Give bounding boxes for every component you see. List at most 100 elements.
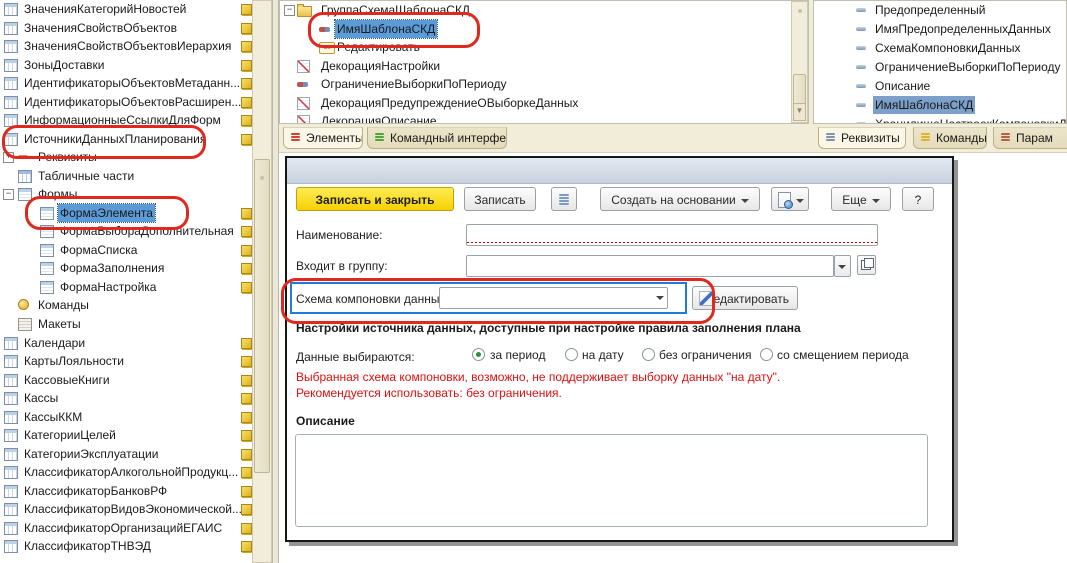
- list-icon-button[interactable]: [551, 187, 577, 211]
- more-button[interactable]: Еще: [831, 187, 891, 211]
- group-input[interactable]: [466, 255, 834, 277]
- attribute-item[interactable]: Предопределенный: [814, 1, 1067, 19]
- scrollbar-down-button[interactable]: ▼: [793, 103, 806, 121]
- annotation-oval: [308, 12, 480, 48]
- tree-item[interactable]: Табличные части: [0, 167, 252, 185]
- grid-icon: [4, 337, 18, 350]
- attribute-item[interactable]: ИмяПредопределенныхДанных: [814, 20, 1067, 38]
- tree-item[interactable]: ЗоныДоставки: [0, 56, 252, 74]
- grid-icon: [4, 466, 18, 479]
- scrollbar-thumb[interactable]: [793, 74, 806, 106]
- grid-icon: [4, 59, 18, 72]
- tree-item[interactable]: ИдентификаторыОбъектовРасширен...: [0, 93, 252, 111]
- attribute-item[interactable]: Описание: [814, 77, 1067, 95]
- item-label: Описание: [873, 77, 932, 95]
- item-label: КлассификаторТНВЭД: [22, 537, 153, 555]
- tree-item[interactable]: КлассификаторБанковРФ: [0, 482, 252, 500]
- radio-1[interactable]: [472, 348, 485, 361]
- tree-item[interactable]: Команды: [0, 296, 252, 314]
- save-and-close-button[interactable]: Записать и закрыть: [296, 187, 454, 211]
- elements-scrollbar[interactable]: ▼: [791, 1, 808, 123]
- radio-label[interactable]: на дату: [582, 347, 624, 363]
- radio-label[interactable]: со смещением периода: [777, 347, 909, 363]
- attribute-item[interactable]: ОграничениеВыборкиПоПериоду: [814, 58, 1067, 76]
- gray-stack-icon: [826, 133, 835, 143]
- radio-2[interactable]: [565, 348, 578, 361]
- deco-icon: [297, 97, 310, 110]
- tree-item[interactable]: ФормаСписка: [0, 241, 252, 259]
- scrollbar-thumb[interactable]: [254, 159, 270, 473]
- tree-item[interactable]: КатегорииЭксплуатации: [0, 445, 252, 463]
- form-element-item[interactable]: ДекорацияНастройки: [280, 57, 785, 75]
- attrdash-icon: [856, 46, 866, 50]
- radio-label[interactable]: за период: [490, 347, 545, 363]
- grid-icon: [4, 522, 18, 535]
- tree-item[interactable]: ЗначенияСвойствОбъектовИерархия: [0, 37, 252, 55]
- expander-minus-icon[interactable]: −: [284, 5, 295, 16]
- tree-item[interactable]: Календари: [0, 334, 252, 352]
- attribute-item[interactable]: ИмяШаблонаСКД: [814, 96, 1067, 114]
- tree-item[interactable]: КатегорииЦелей: [0, 426, 252, 444]
- tree-item[interactable]: КлассификаторВидовЭкономической...: [0, 500, 252, 518]
- tree-item[interactable]: ФормаНастройка: [0, 278, 252, 296]
- chevron-down-icon: [796, 199, 804, 203]
- attribute-item[interactable]: ХранилищеНастроекКомпоновкиДан: [814, 115, 1067, 124]
- save-button[interactable]: Записать: [464, 187, 536, 211]
- tab-elements[interactable]: Элементы: [283, 127, 363, 149]
- database-cube-icon: [241, 115, 252, 126]
- tab-attributes[interactable]: Реквизиты: [818, 127, 906, 149]
- group-open-button[interactable]: [857, 255, 876, 275]
- item-label: Макеты: [36, 315, 83, 333]
- grid-icon: [4, 96, 18, 109]
- form-element-item[interactable]: ОграничениеВыборкиПоПериоду: [280, 75, 785, 93]
- metadata-tree-panel: ЗначенияКатегорийНовостейЗначенияСвойств…: [0, 0, 272, 563]
- tree-item[interactable]: КассыККМ: [0, 408, 252, 426]
- attrdash-icon: [856, 122, 866, 124]
- left-tree-scrollbar[interactable]: [252, 0, 272, 563]
- name-input[interactable]: [466, 224, 878, 246]
- attribute-item[interactable]: СхемаКомпоновкиДанных: [814, 39, 1067, 57]
- grid-icon: [4, 448, 18, 461]
- tree-item[interactable]: КлассификаторТНВЭД: [0, 537, 252, 555]
- create-from-button[interactable]: Создать на основании: [600, 187, 760, 211]
- tree-item[interactable]: КлассификаторАлкогольнойПродукц...: [0, 463, 252, 481]
- chevron-down-icon: [872, 199, 880, 203]
- tree-item[interactable]: КассовыеКниги: [0, 371, 252, 389]
- tree-item[interactable]: Кассы: [0, 389, 252, 407]
- item-label: ИдентификаторыОбъектовМетаданн...: [22, 74, 242, 92]
- tree-item[interactable]: КлассификаторОрганизацийЕГАИС: [0, 519, 252, 537]
- folder-icon: [297, 6, 312, 17]
- field-icon: [297, 82, 308, 87]
- description-textarea[interactable]: [295, 434, 928, 527]
- item-label: ЗначенияКатегорийНовостей: [22, 0, 188, 18]
- grid-icon: [4, 374, 18, 387]
- form-titlebar[interactable]: [287, 158, 952, 184]
- radio-label[interactable]: без ограничения: [659, 347, 751, 363]
- radio-3[interactable]: [642, 348, 655, 361]
- item-label: КатегорииЭксплуатации: [22, 445, 160, 463]
- command-icon: [18, 299, 29, 310]
- table-icon: [18, 170, 32, 183]
- tab-parameters[interactable]: Парам: [993, 127, 1067, 149]
- tree-item[interactable]: ЗначенияСвойствОбъектов: [0, 19, 252, 37]
- grid-icon: [4, 22, 18, 35]
- database-cube-icon: [241, 430, 252, 441]
- reports-icon-button[interactable]: [771, 187, 809, 211]
- group-dropdown-button[interactable]: [834, 255, 851, 277]
- form-element-item[interactable]: ДекорацияОписание: [280, 112, 785, 124]
- description-label: Описание: [296, 414, 355, 428]
- warning-line-1: Выбранная схема компоновки, возможно, не…: [296, 370, 780, 384]
- tree-item[interactable]: КартыЛояльности: [0, 352, 252, 370]
- tab-commands[interactable]: Команды: [913, 127, 987, 149]
- form-element-item[interactable]: ДекорацияПредупреждениеОВыборкеДанных: [280, 94, 785, 112]
- help-button[interactable]: ?: [902, 187, 934, 211]
- tree-item[interactable]: ИдентификаторыОбъектовМетаданн...: [0, 74, 252, 92]
- tree-item[interactable]: Макеты: [0, 315, 252, 333]
- expander-minus-icon[interactable]: −: [3, 189, 14, 200]
- tab-command-interface[interactable]: Командный интерфейс: [367, 127, 507, 149]
- tree-item[interactable]: ЗначенияКатегорийНовостей: [0, 0, 252, 18]
- panel-splitter[interactable]: [272, 0, 279, 563]
- tab-label: Парам: [1016, 131, 1053, 145]
- tree-item[interactable]: ФормаЗаполнения: [0, 259, 252, 277]
- radio-4[interactable]: [760, 348, 773, 361]
